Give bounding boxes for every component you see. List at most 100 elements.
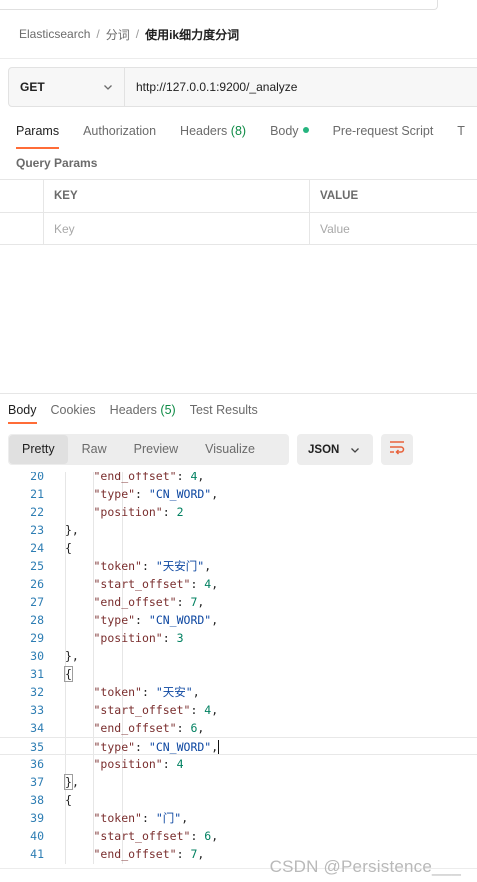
tab-response-headers[interactable]: Headers (5) <box>110 398 176 422</box>
format-select[interactable]: JSON <box>297 434 373 465</box>
tab-headers[interactable]: Headers (8) <box>180 118 246 144</box>
param-value-input[interactable]: Value <box>310 213 477 244</box>
breadcrumb-current[interactable]: 使用ik细力度分词 <box>145 26 239 43</box>
row-checkbox[interactable] <box>0 213 44 244</box>
line-number: 39 <box>30 811 44 825</box>
code-text: "position": 3 <box>93 631 184 645</box>
code-line: 35 "type": "CN_WORD", <box>0 737 477 755</box>
code-line: 22 "position": 2 <box>0 503 477 521</box>
query-params-title: Query Params <box>16 156 98 170</box>
line-number: 21 <box>30 487 44 501</box>
code-text: "position": 4 <box>93 757 184 771</box>
code-line: 36 "position": 4 <box>0 755 477 773</box>
code-text: "end_offset": 7, <box>93 595 205 609</box>
url-input[interactable]: http://127.0.0.1:9200/_analyze <box>125 68 297 106</box>
line-number: 24 <box>30 541 44 555</box>
breadcrumb-separator: / <box>135 27 140 41</box>
code-text: "type": "CN_WORD", <box>93 740 220 754</box>
code-text: "position": 2 <box>93 505 184 519</box>
wrap-lines-icon <box>388 439 406 460</box>
code-text: }, <box>64 774 79 790</box>
code-text: "type": "CN_WORD", <box>93 487 219 501</box>
param-key-input[interactable]: Key <box>44 213 310 244</box>
code-line: 30}, <box>0 647 477 665</box>
tab-cookies[interactable]: Cookies <box>51 398 96 422</box>
code-text: "token": "天安", <box>93 685 200 699</box>
status-dot-icon <box>302 127 309 133</box>
code-line: 25 "token": "天安门", <box>0 557 477 575</box>
code-line: 20 "end_offset": 4, <box>0 472 477 485</box>
code-text: "start_offset": 4, <box>93 577 219 591</box>
code-line: 31 { <box>0 665 477 683</box>
response-code-editor[interactable]: 20 "end_offset": 4, 21 "type": "CN_WORD", 22… <box>0 472 477 864</box>
breadcrumb-item-elasticsearch[interactable]: Elasticsearch <box>19 27 90 41</box>
code-text: { <box>64 666 73 682</box>
line-number: 35 <box>30 740 44 754</box>
table-header-row: KEY VALUE <box>0 179 477 212</box>
view-mode-tabs: Pretty Raw Preview Visualize <box>8 434 289 465</box>
line-number: 27 <box>30 595 44 609</box>
chevron-down-icon <box>102 81 114 93</box>
tab-params[interactable]: Params <box>16 118 60 149</box>
code-text: "token": "天安门", <box>93 559 212 573</box>
watermark: CSDN @Persistence___ <box>269 857 461 876</box>
query-params-table: KEY VALUE Key Value <box>0 179 477 245</box>
line-number: 40 <box>30 829 44 843</box>
code-line: 27 "end_offset": 7, <box>0 593 477 611</box>
code-line: 34 "end_offset": 6, <box>0 719 477 737</box>
view-tab-raw[interactable]: Raw <box>69 435 120 464</box>
tab-tests-truncated[interactable]: T <box>457 118 465 144</box>
code-line: 23}, <box>0 521 477 539</box>
line-number: 36 <box>30 757 44 771</box>
divider <box>0 58 477 59</box>
line-number: 26 <box>30 577 44 591</box>
request-tabs: Params Authorization Headers (8) Body Pr… <box>16 118 477 149</box>
code-text: "end_offset": 6, <box>93 721 205 735</box>
code-line: 37}, <box>0 773 477 791</box>
code-line: 28 "type": "CN_WORD", <box>0 611 477 629</box>
code-line: 40 "start_offset": 6, <box>0 827 477 845</box>
table-row: Key Value <box>0 212 477 245</box>
tab-pre-request-script[interactable]: Pre-request Script <box>333 118 434 144</box>
code-text: "end_offset": 7, <box>93 847 205 861</box>
column-header-key: KEY <box>44 180 310 212</box>
line-number: 33 <box>30 703 44 717</box>
line-number: 25 <box>30 559 44 573</box>
code-text: { <box>65 793 72 807</box>
chevron-down-icon <box>349 444 361 456</box>
code-line: 33 "start_offset": 4, <box>0 701 477 719</box>
method-label: GET <box>20 80 45 94</box>
text-cursor <box>218 740 220 754</box>
code-line: 24 { <box>0 539 477 557</box>
tab-response-body[interactable]: Body <box>8 398 37 424</box>
view-tab-pretty[interactable]: Pretty <box>9 435 68 464</box>
method-select[interactable]: GET <box>9 68 125 106</box>
code-line: 26 "start_offset": 4, <box>0 575 477 593</box>
code-line: 29 "position": 3 <box>0 629 477 647</box>
wrap-lines-button[interactable] <box>381 434 413 465</box>
url-bar: GET http://127.0.0.1:9200/_analyze <box>8 67 477 107</box>
line-number: 22 <box>30 505 44 519</box>
code-line: 39 "token": "门", <box>0 809 477 827</box>
response-tabs: Body Cookies Headers (5) Test Results <box>8 398 272 424</box>
breadcrumb-item-tokenize[interactable]: 分词 <box>106 26 130 43</box>
line-number: 28 <box>30 613 44 627</box>
code-text: { <box>65 541 72 555</box>
line-number: 23 <box>30 523 44 537</box>
code-text: "token": "门", <box>93 811 189 825</box>
view-tab-preview[interactable]: Preview <box>121 435 191 464</box>
tab-test-results[interactable]: Test Results <box>190 398 258 422</box>
code-line: 38 { <box>0 791 477 809</box>
breadcrumb: Elasticsearch / 分词 / 使用ik细力度分词 <box>19 24 239 44</box>
code-text: "type": "CN_WORD", <box>93 613 219 627</box>
code-text: }, <box>65 649 79 663</box>
tab-body[interactable]: Body <box>270 118 309 144</box>
line-number: 32 <box>30 685 44 699</box>
top-strip <box>0 0 477 10</box>
breadcrumb-separator: / <box>96 27 100 41</box>
line-number: 30 <box>30 649 44 663</box>
view-tab-visualize[interactable]: Visualize <box>192 435 268 464</box>
line-number: 20 <box>30 472 44 483</box>
response-headers-count: (5) <box>160 403 176 417</box>
tab-authorization[interactable]: Authorization <box>83 118 156 144</box>
